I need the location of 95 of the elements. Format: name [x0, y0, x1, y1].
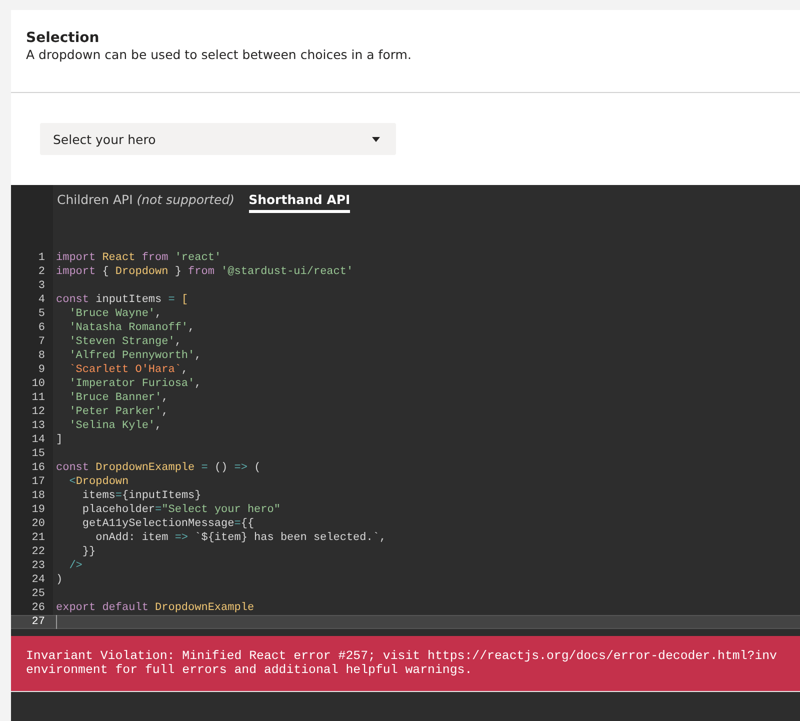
section-title: Selection — [26, 29, 100, 47]
line-number: 3 — [37, 279, 45, 293]
code-keyword: import — [56, 252, 96, 264]
line-number: 27 — [30, 615, 45, 629]
code-string: 'Peter Parker' — [68, 406, 162, 418]
code-keyword: import — [56, 266, 96, 278]
code-template-string: `Scarlett O'Hara` — [68, 364, 182, 376]
code-text: , — [188, 322, 195, 334]
code-string: 'Alfred Pennyworth' — [68, 350, 195, 362]
code-text: , — [194, 350, 202, 362]
code-text: , — [162, 406, 168, 418]
code-identifier: DropdownExample — [94, 462, 195, 474]
line-number: 7 — [37, 335, 45, 349]
code-text: onAdd: item — [94, 532, 170, 544]
code-text: } — [174, 266, 182, 278]
line-number: 6 — [37, 321, 45, 335]
code-text: , — [194, 378, 202, 390]
code-keyword: const — [56, 462, 90, 474]
code-text: , — [155, 420, 162, 432]
line-number: 5 — [37, 307, 45, 321]
line-number: 13 — [30, 419, 45, 433]
code-operator: => — [233, 462, 248, 474]
code-string: "Select your hero" — [162, 504, 280, 516]
line-number: 18 — [30, 489, 45, 503]
code-string: '@stardust-ui/react' — [220, 266, 354, 278]
line-number: 16 — [30, 461, 45, 475]
code-identifier: [ — [180, 294, 188, 306]
code-identifier: React — [101, 252, 136, 264]
code-text: , — [162, 392, 168, 404]
code-string: 'Selina Kyle' — [68, 420, 156, 432]
api-tab[interactable]: Shorthand API — [248, 191, 350, 213]
line-number: 2 — [37, 265, 45, 279]
code-keyword: const — [56, 294, 90, 306]
code-keyword: from — [140, 252, 168, 264]
line-number: 20 — [30, 517, 45, 531]
code-operator: = — [115, 490, 122, 502]
code-text: ( — [253, 462, 261, 474]
code-text: , — [174, 336, 182, 348]
code-string: 'Natasha Romanoff' — [68, 322, 188, 334]
line-number: 15 — [30, 447, 45, 461]
line-number: 19 — [30, 503, 45, 517]
line-number: 17 — [30, 475, 45, 489]
line-number: 21 — [30, 531, 45, 545]
code-text: getA11ySelectionMessage — [81, 518, 234, 530]
api-tab[interactable]: Children API (not supported) — [57, 191, 235, 213]
code-string: 'Bruce Wayne' — [68, 308, 156, 320]
line-number: 22 — [30, 545, 45, 559]
code-text: { — [101, 266, 110, 278]
code-operator: = — [234, 518, 241, 530]
code-identifier: Dropdown — [115, 266, 168, 278]
code-text: , — [181, 364, 188, 376]
line-number: 12 — [30, 405, 45, 419]
code-text: ) — [56, 574, 63, 586]
code-operator: /> — [68, 560, 82, 572]
code-text: ] — [56, 434, 63, 446]
line-number: 9 — [37, 363, 45, 377]
code-operator: => — [174, 532, 188, 544]
line-number: 10 — [30, 377, 45, 391]
caret-icon — [372, 136, 380, 142]
code-keyword: from — [188, 266, 214, 278]
code-operator: = — [168, 294, 175, 306]
line-number: 25 — [30, 587, 45, 601]
code-identifier: Dropdown — [76, 476, 129, 488]
dropdown-placeholder: Select your hero — [53, 132, 156, 146]
line-number: 23 — [30, 559, 45, 573]
section-description: A dropdown can be used to select between choices in a form. — [26, 47, 412, 63]
line-number: 4 — [37, 293, 45, 307]
text-cursor — [56, 615, 57, 629]
code-string: 'react' — [174, 252, 222, 264]
error-message: Invariant Violation: Minified React error #257; visit https://reactjs.org/docs/error-decoder.html?inv — [26, 649, 778, 663]
code-operator: < — [68, 476, 76, 488]
code-text: }} — [81, 546, 96, 558]
code-text: {{ — [240, 518, 254, 530]
line-number: 11 — [30, 391, 45, 405]
code-string: 'Bruce Banner' — [68, 392, 162, 404]
line-number: 26 — [30, 601, 45, 615]
line-number: 1 — [37, 251, 45, 265]
code-text: () — [213, 462, 228, 474]
line-number: 24 — [30, 573, 45, 587]
code-text: placeholder — [81, 504, 156, 516]
code-text: `${item} has been selected.`, — [194, 532, 386, 544]
code-string: 'Steven Strange' — [68, 336, 175, 348]
code-operator: = — [155, 504, 162, 516]
code-keyword: export default — [56, 602, 148, 614]
error-message: environment for full errors and additional helpful warnings. — [26, 663, 474, 677]
line-number: 8 — [37, 349, 45, 363]
code-text: items — [81, 490, 116, 502]
code-string: 'Imperator Furiosa' — [68, 378, 195, 390]
code-text: inputItems — [94, 294, 163, 306]
code-text: {inputItems} — [122, 490, 202, 502]
code-identifier: DropdownExample — [154, 602, 254, 614]
line-number: 14 — [30, 433, 45, 447]
code-operator: = — [200, 462, 208, 474]
code-text: , — [155, 308, 162, 320]
hero-dropdown[interactable]: Select your hero — [40, 123, 396, 155]
